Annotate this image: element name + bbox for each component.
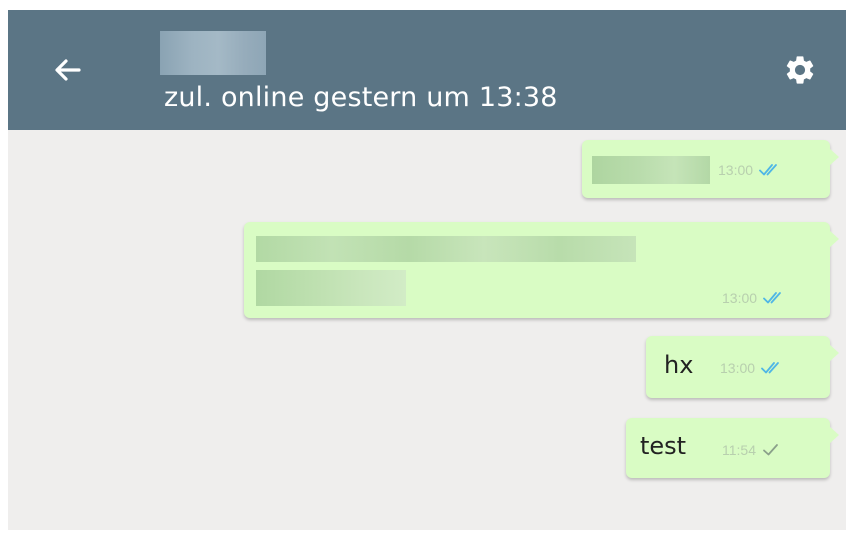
message-meta: 13:00 (722, 290, 787, 306)
chat-screen: zul. online gestern um 13:38 13:00 13:00 (8, 10, 846, 530)
message-bubble[interactable]: hx 13:00 (646, 336, 839, 398)
single-check-icon (763, 444, 778, 456)
back-button[interactable] (46, 48, 90, 92)
message-meta: 13:00 (718, 162, 783, 178)
double-check-icon (761, 362, 779, 374)
settings-button[interactable] (778, 48, 822, 92)
redacted-text (256, 236, 636, 262)
arrow-left-icon (55, 59, 81, 81)
gear-icon (786, 56, 814, 84)
message-bubble[interactable]: test 11:54 (626, 418, 839, 478)
message-bubble[interactable]: 13:00 (244, 222, 839, 318)
message-text: hx (664, 351, 694, 379)
message-meta: 13:00 (720, 360, 785, 376)
redacted-text (256, 270, 406, 306)
message-meta: 11:54 (722, 442, 780, 458)
message-time: 11:54 (722, 442, 756, 458)
redacted-text (592, 156, 710, 184)
message-time: 13:00 (722, 290, 758, 306)
message-time: 13:00 (720, 360, 756, 376)
double-check-icon (759, 164, 777, 176)
last-seen-status: zul. online gestern um 13:38 (164, 82, 558, 113)
message-text: test (640, 432, 687, 460)
app-bar: zul. online gestern um 13:38 (8, 10, 846, 130)
message-time: 13:00 (718, 162, 754, 178)
contact-name-redacted[interactable] (160, 31, 266, 75)
message-bubble[interactable]: 13:00 (582, 140, 839, 198)
double-check-icon (763, 292, 781, 304)
